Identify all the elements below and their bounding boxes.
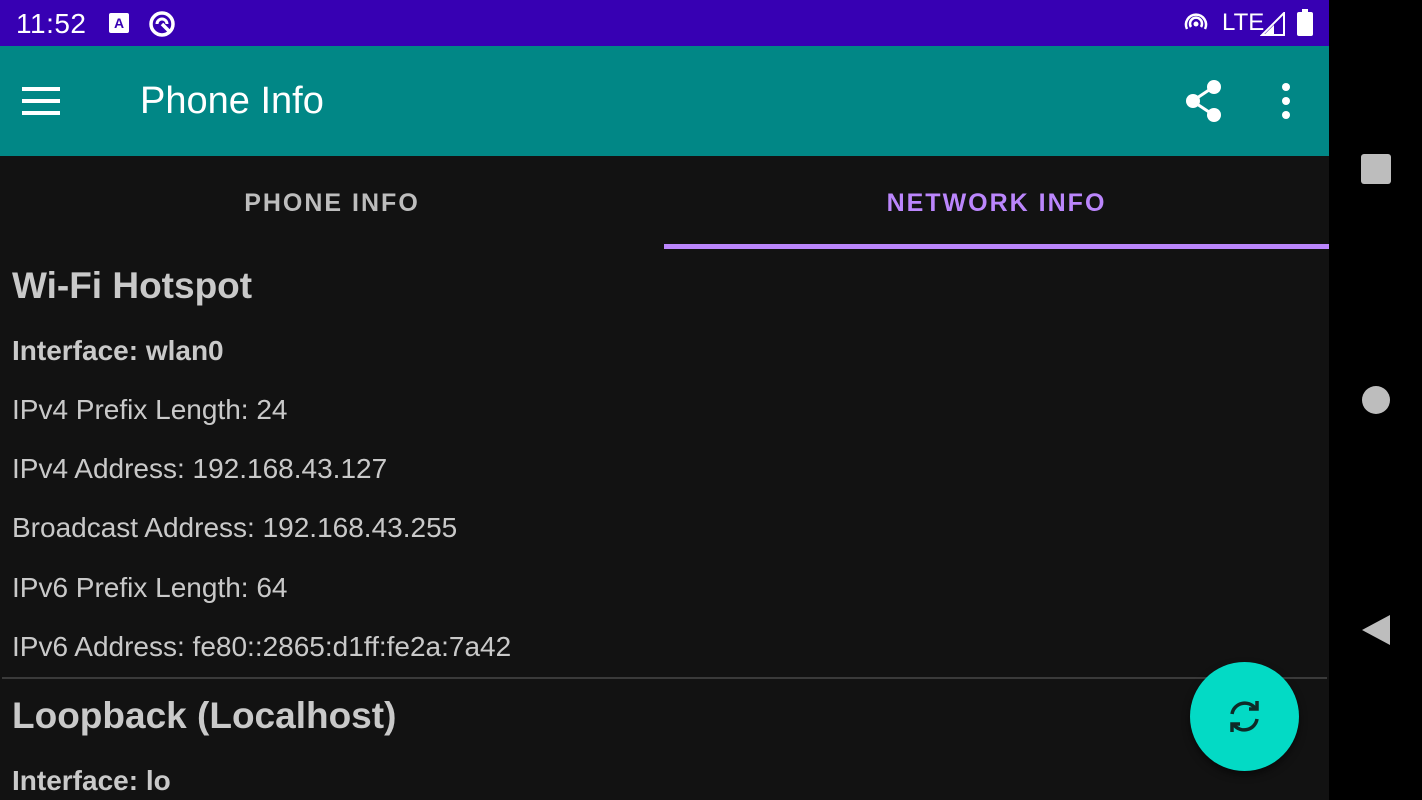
signal-icon bbox=[1259, 10, 1286, 41]
tab-selected-indicator bbox=[664, 244, 1329, 249]
menu-icon bbox=[22, 87, 62, 127]
back-button[interactable] bbox=[1360, 613, 1392, 652]
share-icon bbox=[1180, 80, 1230, 130]
section-divider bbox=[2, 677, 1327, 679]
info-row-interface: Interface: wlan0 bbox=[12, 335, 224, 366]
status-time: 11:52 bbox=[16, 8, 87, 39]
info-row-ipv4-address: IPv4 Address: 192.168.43.127 bbox=[12, 453, 388, 484]
status-bar: 11:52 A LTE bbox=[0, 0, 1329, 46]
tab-network-info[interactable]: NETWORK INFO bbox=[664, 156, 1329, 249]
info-row-ipv6-address: IPv6 Address: fe80::2865:d1ff:fe2a:7a42 bbox=[12, 631, 512, 662]
section-title-wifi-hotspot: Wi-Fi Hotspot bbox=[12, 265, 253, 306]
hotspot-icon bbox=[1183, 11, 1209, 40]
accessibility-a-icon: A bbox=[108, 12, 130, 39]
battery-icon bbox=[1296, 9, 1314, 42]
app-title: Phone Info bbox=[140, 80, 324, 122]
app-screen: 11:52 A LTE Phone Info PHONE INFO NETWOR… bbox=[0, 0, 1329, 800]
recents-square-icon bbox=[1361, 154, 1391, 184]
refresh-icon bbox=[1230, 701, 1259, 732]
app-bar: Phone Info bbox=[0, 46, 1329, 156]
info-row-broadcast-address: Broadcast Address: 192.168.43.255 bbox=[12, 512, 458, 543]
back-triangle-icon bbox=[1362, 615, 1390, 645]
share-button[interactable] bbox=[1180, 76, 1230, 126]
home-circle-icon bbox=[1362, 386, 1390, 414]
section-title-loopback: Loopback (Localhost) bbox=[12, 695, 397, 736]
menu-button[interactable] bbox=[22, 79, 86, 123]
home-button[interactable] bbox=[1360, 384, 1392, 421]
tab-phone-info[interactable]: PHONE INFO bbox=[0, 156, 664, 249]
recents-button[interactable] bbox=[1360, 153, 1392, 190]
info-row-interface: Interface: lo bbox=[12, 765, 171, 796]
more-vert-icon bbox=[1268, 83, 1304, 127]
system-nav-bar bbox=[1329, 0, 1422, 800]
overflow-menu-button[interactable] bbox=[1268, 79, 1304, 123]
network-type-label: LTE bbox=[1222, 9, 1265, 36]
sync-circle-icon bbox=[148, 10, 176, 43]
info-row-ipv4-prefix: IPv4 Prefix Length: 24 bbox=[12, 394, 288, 425]
svg-text:A: A bbox=[114, 15, 124, 31]
info-row-ipv6-prefix: IPv6 Prefix Length: 64 bbox=[12, 572, 288, 603]
tab-bar: PHONE INFO NETWORK INFO bbox=[0, 156, 1329, 249]
refresh-fab[interactable] bbox=[1190, 662, 1299, 771]
